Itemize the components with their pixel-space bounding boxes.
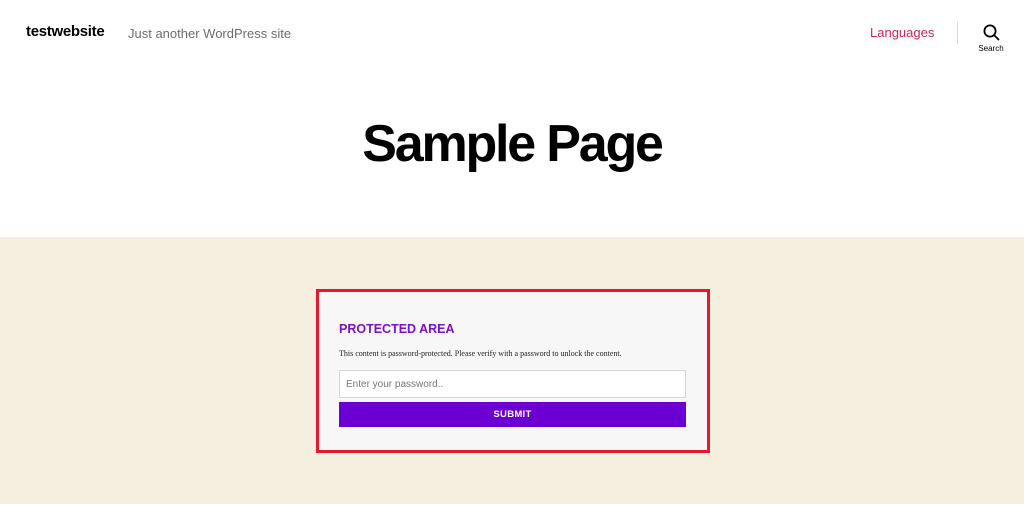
password-input[interactable] <box>339 370 686 398</box>
protected-area-heading: PROTECTED AREA <box>339 322 455 336</box>
search-toggle-button[interactable]: Search <box>972 22 1010 58</box>
protected-area-box: PROTECTED AREA This content is password-… <box>316 289 710 453</box>
site-title[interactable]: testwebsite <box>26 23 105 40</box>
page-title: Sample Page <box>362 115 664 173</box>
content-area: PROTECTED AREA This content is password-… <box>0 237 1024 504</box>
search-label: Search <box>978 44 1004 53</box>
protected-area-message: This content is password-protected. Plea… <box>339 349 622 358</box>
nav-divider <box>957 22 958 44</box>
nav-item-languages[interactable]: Languages <box>870 25 934 40</box>
page-hero: Sample Page <box>0 68 1024 237</box>
site-header: testwebsite Just another WordPress site … <box>0 0 1024 68</box>
site-description: Just another WordPress site <box>128 26 292 41</box>
search-icon <box>983 24 999 41</box>
submit-button[interactable]: SUBMIT <box>339 402 686 427</box>
